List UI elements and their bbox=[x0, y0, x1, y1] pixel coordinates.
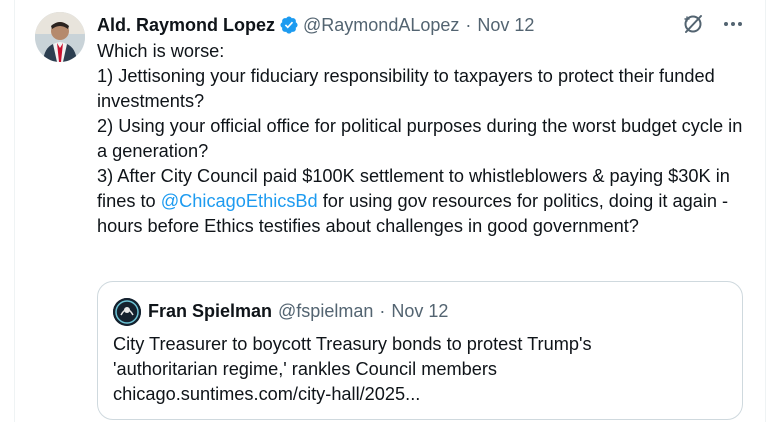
tweet-line: 1) Jettisoning your fiduciary responsibi… bbox=[97, 66, 715, 111]
quote-header: Fran Spielman @fspielman · Nov 12 bbox=[148, 301, 448, 322]
tweet-actions bbox=[681, 12, 745, 36]
quote-date[interactable]: Nov 12 bbox=[391, 301, 448, 322]
author-name[interactable]: Ald. Raymond Lopez bbox=[97, 15, 275, 36]
quote-author-avatar[interactable] bbox=[113, 298, 141, 326]
quote-author-name[interactable]: Fran Spielman bbox=[148, 301, 272, 322]
separator-dot: · bbox=[379, 301, 386, 321]
quote-author-handle[interactable]: @fspielman bbox=[278, 301, 373, 322]
quote-link[interactable]: chicago.suntimes.com/city-hall/2025... bbox=[113, 382, 723, 407]
more-icon[interactable] bbox=[721, 12, 745, 36]
author-avatar[interactable] bbox=[35, 12, 85, 62]
tweet-text: Which is worse: 1) Jettisoning your fidu… bbox=[97, 39, 747, 239]
quoted-tweet[interactable]: Fran Spielman @fspielman · Nov 12 City T… bbox=[97, 281, 743, 420]
separator-dot: · bbox=[465, 14, 472, 35]
tweet-card[interactable]: Ald. Raymond Lopez @RaymondALopez · Nov … bbox=[14, 0, 766, 422]
tweet-header: Ald. Raymond Lopez @RaymondALopez · Nov … bbox=[97, 13, 534, 37]
tweet-line: Which is worse: bbox=[97, 41, 225, 61]
author-handle[interactable]: @RaymondALopez bbox=[303, 15, 459, 36]
quote-line: 'authoritarian regime,' rankles Council … bbox=[113, 359, 497, 379]
mention-link[interactable]: @ChicagoEthicsBd bbox=[161, 191, 318, 211]
quote-text: City Treasurer to boycott Treasury bonds… bbox=[113, 332, 723, 407]
tweet-line: 3) After City Council paid $100K settlem… bbox=[97, 164, 747, 239]
tweet-date[interactable]: Nov 12 bbox=[477, 15, 534, 36]
grok-icon[interactable] bbox=[681, 12, 705, 36]
quote-line: City Treasurer to boycott Treasury bonds… bbox=[113, 334, 592, 354]
tweet-line: 2) Using your official office for politi… bbox=[97, 116, 743, 161]
verified-badge-icon bbox=[280, 16, 298, 34]
